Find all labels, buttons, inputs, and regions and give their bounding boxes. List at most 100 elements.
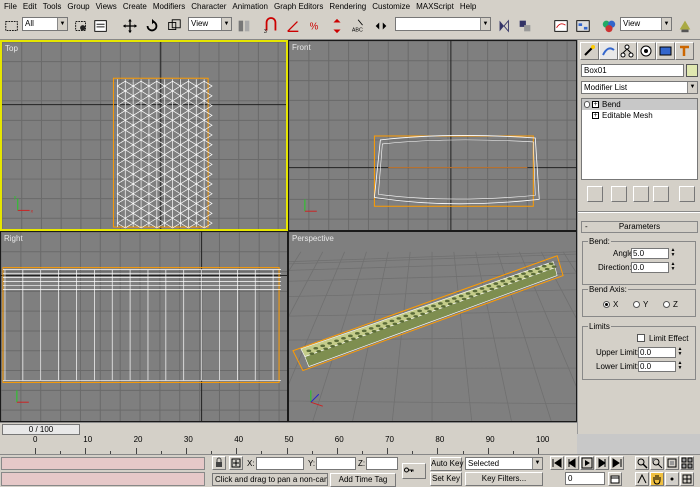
zoom-all-icon[interactable] bbox=[650, 456, 664, 470]
menu-item[interactable]: Modifiers bbox=[151, 0, 189, 13]
expand-icon[interactable]: + bbox=[592, 101, 599, 108]
lock-selection-icon[interactable] bbox=[212, 456, 226, 470]
scale-icon[interactable] bbox=[165, 16, 183, 36]
zoom-icon[interactable] bbox=[635, 456, 649, 470]
rotate-icon[interactable] bbox=[143, 16, 161, 36]
time-configuration-icon[interactable] bbox=[608, 472, 622, 486]
menu-item[interactable]: Group bbox=[65, 0, 93, 13]
menu-item[interactable]: Tools bbox=[41, 0, 66, 13]
reference-coordinate-dropdown[interactable]: View ▼ bbox=[188, 17, 232, 31]
track-view-icon[interactable] bbox=[552, 16, 570, 36]
stack-item-editable-mesh[interactable]: + Editable Mesh bbox=[582, 110, 697, 121]
time-slider[interactable]: 0 / 100 bbox=[2, 424, 80, 435]
menu-item[interactable]: Views bbox=[94, 0, 121, 13]
select-object-icon[interactable] bbox=[72, 16, 90, 36]
create-tab-icon[interactable] bbox=[580, 42, 599, 60]
previous-frame-icon[interactable] bbox=[565, 456, 579, 470]
render-view-dropdown[interactable]: View ▼ bbox=[620, 17, 672, 31]
motion-tab-icon[interactable] bbox=[637, 42, 656, 60]
menu-item[interactable]: Edit bbox=[21, 0, 41, 13]
set-key-button[interactable]: Set Key bbox=[430, 472, 462, 486]
mirror-objects-icon[interactable] bbox=[495, 16, 513, 36]
zoom-extents-all-icon[interactable] bbox=[680, 456, 694, 470]
light-bulb-icon[interactable] bbox=[584, 101, 590, 108]
menu-item[interactable]: Help bbox=[458, 0, 480, 13]
axis-x-radio[interactable] bbox=[603, 301, 610, 308]
undo-icon[interactable] bbox=[3, 16, 21, 36]
utilities-tab-icon[interactable] bbox=[675, 42, 694, 60]
axis-z-radio[interactable] bbox=[663, 301, 670, 308]
zoom-extents-icon[interactable] bbox=[665, 456, 679, 470]
viewport-front[interactable]: Front bbox=[288, 40, 577, 231]
maxscript-output-mini[interactable] bbox=[1, 472, 205, 486]
menu-item[interactable]: Customize bbox=[370, 0, 414, 13]
move-icon[interactable] bbox=[121, 16, 139, 36]
edit-named-selection-icon[interactable]: ABC bbox=[350, 16, 368, 36]
make-unique-icon[interactable] bbox=[633, 186, 649, 202]
show-end-result-icon[interactable] bbox=[611, 186, 627, 202]
arc-rotate-icon[interactable] bbox=[665, 472, 679, 486]
material-editor-icon[interactable] bbox=[600, 16, 618, 36]
menu-item[interactable]: Character bbox=[189, 0, 230, 13]
direction-spinner[interactable]: 0.0 ▲ ▼ bbox=[631, 262, 675, 273]
quick-render-icon[interactable] bbox=[676, 16, 694, 36]
maximize-viewport-icon[interactable] bbox=[680, 472, 694, 486]
field-of-view-icon[interactable] bbox=[635, 472, 649, 486]
stack-item-bend[interactable]: + Bend bbox=[582, 99, 697, 110]
remove-modifier-icon[interactable] bbox=[653, 186, 669, 202]
menu-item[interactable]: File bbox=[2, 0, 21, 13]
spinner-snap-icon[interactable] bbox=[328, 16, 346, 36]
pan-hand-icon[interactable] bbox=[650, 472, 664, 486]
menu-item[interactable]: Graph Editors bbox=[272, 0, 327, 13]
angle-snap-icon[interactable] bbox=[284, 16, 302, 36]
expand-icon[interactable]: + bbox=[592, 112, 599, 119]
next-frame-icon[interactable] bbox=[595, 456, 609, 470]
key-filters-button[interactable]: Key Filters... bbox=[465, 472, 543, 486]
track-bar[interactable]: 0 10 20 30 40 50 60 70 80 90 100 bbox=[0, 435, 577, 454]
go-to-end-icon[interactable] bbox=[610, 456, 624, 470]
viewport-right[interactable]: Right bbox=[0, 231, 288, 422]
menu-item[interactable]: Create bbox=[121, 0, 151, 13]
menu-item[interactable]: Rendering bbox=[327, 0, 370, 13]
viewport-top[interactable]: Top yx bbox=[0, 40, 288, 231]
align-icon[interactable] bbox=[516, 16, 534, 36]
viewport-perspective[interactable]: Perspective bbox=[288, 231, 577, 422]
auto-key-button[interactable]: Auto Key bbox=[430, 457, 463, 471]
set-key-mode-icon[interactable] bbox=[402, 463, 426, 479]
named-selection-set-dropdown[interactable]: ▼ bbox=[395, 17, 491, 31]
angle-spinner[interactable]: 5.0 ▲ ▼ bbox=[631, 248, 675, 259]
hierarchy-tab-icon[interactable] bbox=[618, 42, 637, 60]
object-name-field[interactable]: Box01 bbox=[581, 64, 684, 77]
percent-snap-icon[interactable]: % bbox=[306, 16, 324, 36]
mirror-icon[interactable] bbox=[372, 16, 390, 36]
schematic-view-icon[interactable] bbox=[574, 16, 592, 36]
upper-limit-spinner[interactable]: 0.0 ▲ ▼ bbox=[638, 347, 682, 358]
y-coordinate-field[interactable] bbox=[316, 457, 356, 470]
modifier-list-dropdown[interactable]: Modifier List ▼ bbox=[581, 81, 698, 94]
limit-effect-checkbox[interactable] bbox=[637, 334, 645, 342]
menu-item[interactable]: Animation bbox=[230, 0, 272, 13]
axis-y-radio[interactable] bbox=[633, 301, 640, 308]
current-frame-field[interactable]: 0 bbox=[565, 472, 605, 485]
go-to-start-icon[interactable] bbox=[550, 456, 564, 470]
maxscript-listener-mini[interactable] bbox=[1, 457, 205, 470]
modify-tab-icon[interactable] bbox=[599, 42, 618, 60]
pin-stack-icon[interactable] bbox=[587, 186, 603, 202]
configure-modifier-sets-icon[interactable] bbox=[679, 186, 695, 202]
x-coordinate-field[interactable] bbox=[256, 457, 304, 470]
menu-item[interactable]: MAXScript bbox=[414, 0, 458, 13]
pivot-center-icon[interactable] bbox=[235, 16, 253, 36]
display-tab-icon[interactable] bbox=[656, 42, 675, 60]
selection-filter-dropdown[interactable]: All ▼ bbox=[22, 17, 68, 31]
status-bar: X: Y: Z: Click and drag to pan a non-cam… bbox=[0, 454, 700, 487]
key-mode-dropdown[interactable]: Selected ▼ bbox=[465, 457, 543, 470]
snap-toggle-icon[interactable]: 3 bbox=[262, 16, 280, 36]
play-icon[interactable] bbox=[580, 456, 594, 470]
lower-limit-spinner[interactable]: 0.0 ▲ ▼ bbox=[638, 361, 682, 372]
absolute-mode-icon[interactable] bbox=[229, 456, 243, 470]
parameters-rollout-header[interactable]: - Parameters bbox=[581, 221, 698, 233]
z-coordinate-field[interactable] bbox=[366, 457, 398, 470]
object-color-swatch[interactable] bbox=[686, 64, 698, 77]
select-by-name-icon[interactable] bbox=[92, 16, 110, 36]
add-time-tag-button[interactable]: Add Time Tag bbox=[330, 473, 396, 487]
